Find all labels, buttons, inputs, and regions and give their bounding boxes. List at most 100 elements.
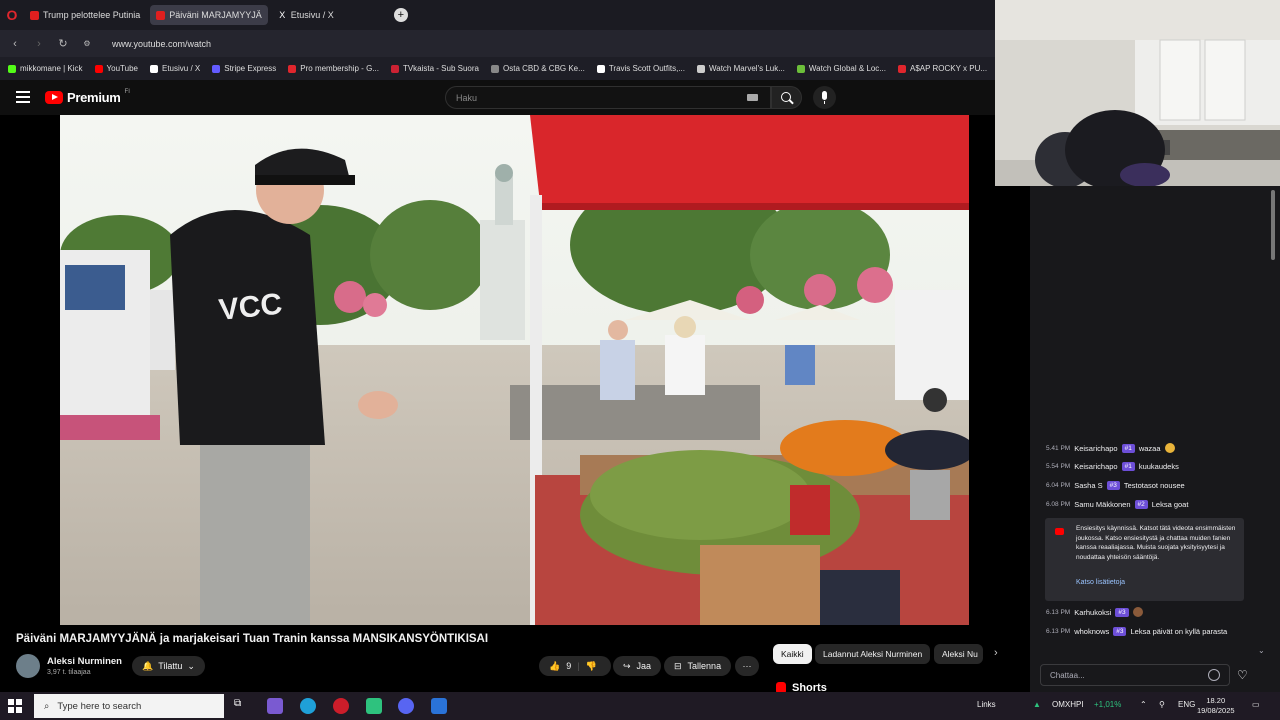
- chat-scrollbar[interactable]: [1271, 190, 1275, 260]
- subscribe-button[interactable]: 🔔 Tilattu ⌄: [132, 656, 205, 676]
- back-icon[interactable]: ‹: [10, 38, 20, 50]
- bookmark-item[interactable]: Stripe Express: [212, 64, 276, 73]
- chat-user[interactable]: Karhukoksi: [1074, 608, 1111, 617]
- chat-scroll-down-icon[interactable]: ⌄: [1258, 646, 1265, 655]
- video-player[interactable]: VCC: [60, 115, 969, 625]
- bookmark-favicon-icon: [149, 64, 158, 73]
- more-actions-button[interactable]: ···: [735, 656, 759, 676]
- youtube-premium-logo[interactable]: Premium FI: [45, 88, 130, 105]
- discord-icon[interactable]: [398, 698, 414, 714]
- network-icon[interactable]: ⚲: [1159, 700, 1165, 709]
- keyboard-icon[interactable]: [747, 94, 758, 101]
- app-icon[interactable]: [267, 698, 283, 714]
- premiere-learn-more-link[interactable]: Katso lisätietoja: [1076, 579, 1125, 586]
- notification-icon[interactable]: ▭: [1252, 700, 1260, 709]
- bookmark-item[interactable]: Pro membership - G...: [288, 64, 379, 73]
- bear-emote-icon: [1132, 607, 1143, 617]
- reload-icon[interactable]: ↻: [58, 37, 68, 50]
- bookmark-label: A$AP ROCKY x PU...: [909, 64, 988, 73]
- chat-time: 5.54 PM: [1046, 463, 1071, 470]
- chip-channel[interactable]: Aleksi Nu: [934, 644, 983, 664]
- app-icon-green[interactable]: [366, 698, 382, 714]
- share-button[interactable]: ↪ Jaa: [613, 656, 662, 676]
- url-field[interactable]: www.youtube.com/watch: [112, 39, 211, 49]
- voice-search-button[interactable]: [813, 86, 836, 109]
- bookmark-item[interactable]: Watch Global & Loc...: [796, 64, 886, 73]
- chat-user[interactable]: Keisarichapo: [1074, 444, 1117, 453]
- search-input[interactable]: Haku: [445, 86, 771, 109]
- chat-time: 6.08 PM: [1046, 501, 1071, 508]
- youtube-icon: [156, 10, 166, 20]
- x-icon: X: [279, 9, 286, 20]
- chevron-down-icon: ⌄: [187, 660, 195, 671]
- chat-badge: #2: [1134, 500, 1148, 509]
- bookmark-item[interactable]: mikkomane | Kick: [8, 64, 83, 73]
- new-tab-button[interactable]: +: [393, 8, 408, 22]
- search-button[interactable]: [771, 86, 802, 109]
- chat-user[interactable]: Sasha S: [1074, 481, 1102, 490]
- tab-2-active[interactable]: Päiväni MARJAMYYJÄ: [150, 5, 268, 25]
- stock-ticker[interactable]: OMXHPI: [1052, 700, 1084, 709]
- windows-start-icon[interactable]: [8, 699, 22, 713]
- share-label: Jaa: [636, 661, 652, 671]
- bookmark-item[interactable]: Etusivu / X: [149, 64, 200, 73]
- opera-icon[interactable]: [333, 698, 349, 714]
- chat-user[interactable]: whoknows: [1074, 627, 1109, 636]
- chat-time: 6.13 PM: [1046, 608, 1071, 616]
- chat-time: 5.41 PM: [1046, 444, 1071, 452]
- tab-1[interactable]: Trump pelottelee Putinia: [24, 5, 146, 25]
- tab-3[interactable]: X Etusivu / X: [272, 5, 340, 25]
- app-icon-blue[interactable]: [431, 698, 447, 714]
- bookmark-item[interactable]: Watch Marvel's Luk...: [696, 64, 785, 73]
- chat-user[interactable]: Samu Mäkkonen: [1074, 500, 1130, 509]
- links-toolbar[interactable]: Links: [977, 700, 996, 709]
- bookmark-favicon-icon: [596, 64, 605, 73]
- channel-name[interactable]: Aleksi Nurminen: [47, 656, 122, 667]
- chat-message: 6.08 PM Samu Mäkkonen #2 Leksa goat: [1046, 500, 1188, 509]
- chip-all[interactable]: Kaikki: [773, 644, 812, 664]
- premiere-notice: Ensiesitys käynnissä. Katsot tätä videot…: [1045, 518, 1244, 601]
- youtube-icon: [1055, 528, 1064, 535]
- chat-message: 6.13 PM Karhukoksi #3: [1046, 607, 1143, 617]
- bookmark-item[interactable]: Osta CBD & CBG Ke...: [491, 64, 585, 73]
- bookmark-favicon-icon: [897, 64, 906, 73]
- menu-icon[interactable]: [16, 91, 30, 103]
- chat-badge: #3: [1113, 627, 1127, 636]
- heart-icon[interactable]: ♡: [1237, 668, 1248, 682]
- logo-region: FI: [124, 88, 130, 95]
- opera-logo-icon[interactable]: O: [0, 0, 24, 30]
- chat-message: 6.13 PM whoknows #3 Leksa päivät on kyll…: [1046, 626, 1250, 637]
- thumbs-up-icon[interactable]: 👍: [549, 661, 560, 672]
- bookmark-item[interactable]: Travis Scott Outfits,...: [596, 64, 685, 73]
- like-divider: |: [577, 661, 580, 671]
- emoji-icon: [1164, 443, 1175, 453]
- bookmark-item[interactable]: YouTube: [94, 64, 138, 73]
- browser-tab-bar: O Trump pelottelee Putinia Päiväni MARJA…: [0, 0, 995, 30]
- logo-text: Premium: [67, 90, 121, 105]
- taskbar-clock[interactable]: 18.20 19/08/2025: [1197, 696, 1235, 716]
- emote-picker-icon[interactable]: [1208, 669, 1220, 681]
- chat-badge: #1: [1121, 462, 1135, 471]
- tray-chevron-icon[interactable]: ⌃: [1140, 700, 1147, 709]
- subscriber-count: 3,97 t. tilaajaa: [47, 669, 91, 676]
- save-button[interactable]: ⊟ Tallenna: [664, 656, 732, 676]
- thumbs-down-icon[interactable]: 👎: [586, 661, 597, 672]
- youtube-play-icon: [45, 91, 63, 104]
- bookmark-item[interactable]: A$AP ROCKY x PU...: [897, 64, 988, 73]
- chat-input[interactable]: Chattaa...: [1040, 664, 1230, 686]
- chat-user[interactable]: Keisarichapo: [1074, 462, 1117, 471]
- bookmark-label: mikkomane | Kick: [20, 64, 83, 73]
- language-indicator[interactable]: ENG: [1178, 700, 1195, 709]
- forward-icon[interactable]: ›: [34, 38, 44, 50]
- chip-uploaded-by[interactable]: Ladannut Aleksi Nurminen: [815, 644, 931, 664]
- channel-avatar[interactable]: [16, 654, 40, 678]
- like-dislike-button[interactable]: 👍 9 | 👎: [539, 656, 611, 676]
- bookmark-favicon-icon: [491, 64, 499, 73]
- taskbar-search[interactable]: ⌕ Type here to search: [34, 694, 224, 718]
- bookmark-label: Stripe Express: [224, 64, 277, 73]
- task-view-icon[interactable]: ⧉: [234, 698, 250, 714]
- site-info-icon[interactable]: ⚙: [82, 39, 92, 48]
- bookmark-item[interactable]: TVkaista - Sub Suora: [390, 64, 479, 73]
- chips-next-icon[interactable]: ›: [994, 647, 998, 659]
- edge-icon[interactable]: [300, 698, 316, 714]
